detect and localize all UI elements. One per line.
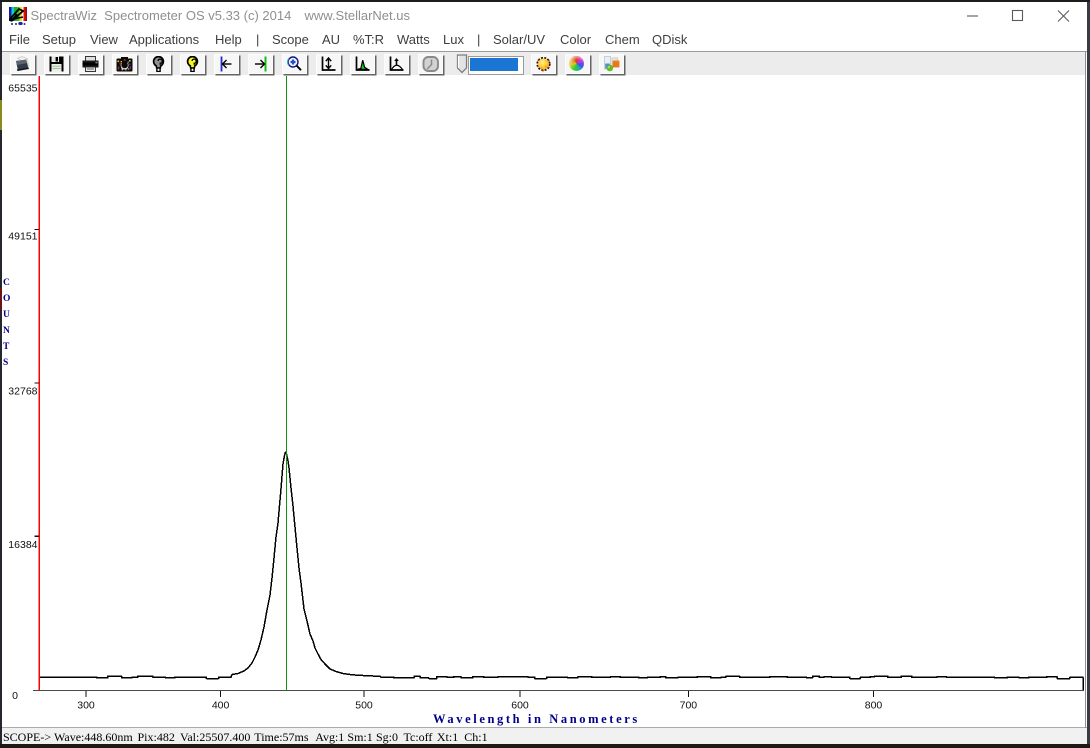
svg-text:500: 500 [355,700,373,712]
svg-text:N: N [3,326,10,336]
svg-text:T: T [3,342,10,352]
svg-text:400: 400 [212,700,230,712]
svg-text:S: S [3,358,8,368]
svg-text:0: 0 [12,690,18,702]
svg-text:32768: 32768 [8,386,37,398]
svg-text:800: 800 [865,700,883,712]
svg-text:U: U [3,310,10,320]
svg-text:Wavelength in Nanometers: Wavelength in Nanometers [433,712,640,726]
svg-text:65535: 65535 [8,83,37,95]
svg-text:O: O [3,294,10,304]
svg-text:300: 300 [77,700,95,712]
svg-text:16384: 16384 [8,539,37,551]
svg-text:700: 700 [680,700,698,712]
svg-text:C: C [3,278,10,288]
svg-text:600: 600 [511,700,529,712]
svg-text:49151: 49151 [8,231,37,243]
